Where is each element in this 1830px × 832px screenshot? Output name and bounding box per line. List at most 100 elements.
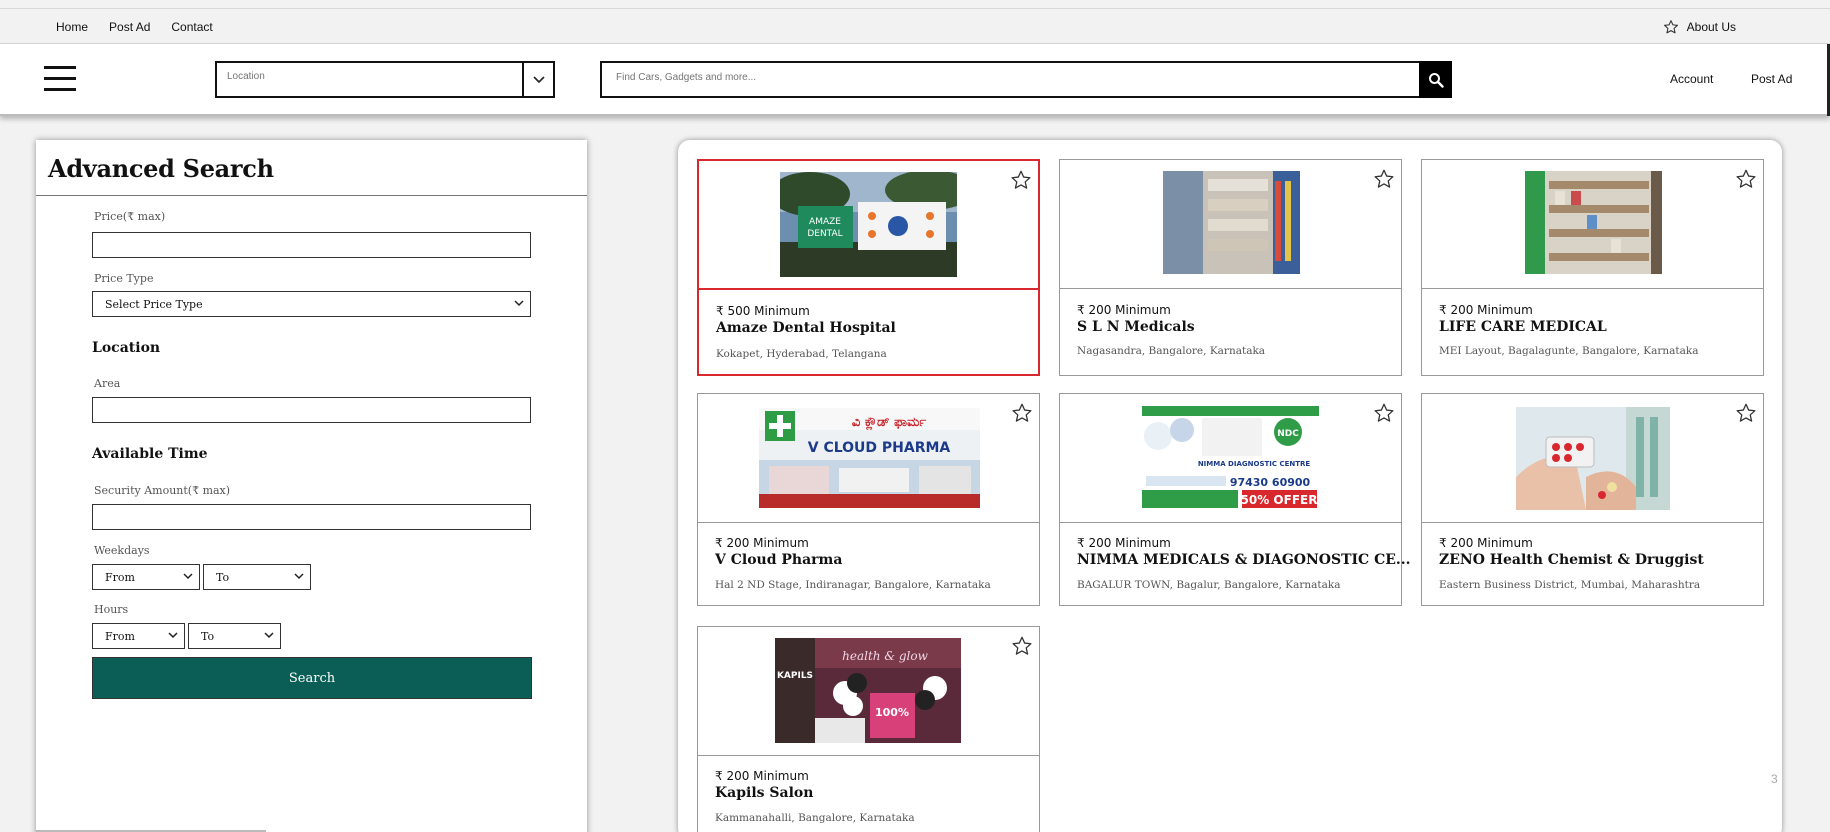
listing-image-area: [1422, 160, 1763, 289]
hamburger-menu-icon[interactable]: [44, 66, 76, 92]
listing-photo[interactable]: ವಿ ಕ್ಲೌಡ್ ಫಾರ್ಮ V CLOUD PHARMA: [759, 408, 980, 508]
hours-to-select[interactable]: To: [188, 623, 281, 649]
svg-text:50% OFFER: 50% OFFER: [1241, 493, 1318, 507]
magnifier-icon: [1428, 72, 1444, 88]
favorite-star-icon[interactable]: [1373, 168, 1395, 190]
search-bar: [600, 61, 1452, 98]
listing-title[interactable]: Amaze Dental Hospital: [716, 320, 896, 336]
listing-price: ₹ 200 Minimum: [715, 536, 809, 550]
favorite-star-icon[interactable]: [1011, 402, 1033, 424]
location-select[interactable]: [215, 61, 555, 98]
svg-text:97430 60900: 97430 60900: [1230, 476, 1311, 489]
about-us-link[interactable]: About Us: [1663, 9, 1736, 45]
top-nav: Home Post Ad Contact: [56, 9, 234, 45]
hours-to-value: To: [201, 629, 215, 643]
price-type-select[interactable]: Select Price Type: [92, 291, 531, 317]
listing-image-area: AMAZE DENTAL: [699, 161, 1038, 290]
listing-address: Kokapet, Hyderabad, Telangana: [716, 348, 887, 360]
listing-photo[interactable]: [1163, 171, 1300, 274]
listing-card[interactable]: AMAZE DENTAL ₹ 500 Minimum Amaze Dental …: [697, 159, 1040, 376]
listing-address: Eastern Business District, Mumbai, Mahar…: [1439, 579, 1701, 591]
price-label: Price(₹ max): [94, 210, 166, 223]
favorite-star-icon[interactable]: [1011, 635, 1033, 657]
chevron-down-icon: [168, 632, 178, 639]
listing-photo[interactable]: [1516, 407, 1670, 510]
listing-address: Hal 2 ND Stage, Indiranagar, Bangalore, …: [715, 579, 991, 591]
listing-price: ₹ 200 Minimum: [1439, 536, 1533, 550]
nav-post-ad-link[interactable]: Post Ad: [109, 20, 150, 34]
location-input[interactable]: [227, 71, 527, 82]
listing-image-area: [1060, 160, 1401, 289]
listing-image-area: NDC NIMMA DIAGNOSTIC CENTRE 97430 60900 …: [1060, 394, 1401, 523]
svg-text:NDC: NDC: [1277, 429, 1299, 439]
listing-title[interactable]: Kapils Salon: [715, 785, 813, 801]
security-amount-input[interactable]: [92, 504, 531, 530]
hours-from-value: From: [105, 629, 135, 643]
listing-card[interactable]: ₹ 200 Minimum ZENO Health Chemist & Drug…: [1421, 393, 1764, 606]
weekdays-to-select[interactable]: To: [203, 564, 311, 590]
chevron-down-icon: [514, 300, 524, 307]
listing-title[interactable]: S L N Medicals: [1077, 319, 1195, 335]
favorite-star-icon[interactable]: [1735, 402, 1757, 424]
account-link[interactable]: Account: [1670, 72, 1713, 86]
listings-panel: AMAZE DENTAL ₹ 500 Minimum Amaze Dental …: [678, 140, 1782, 832]
main-header: Account Post Ad: [0, 44, 1830, 116]
nav-home-link[interactable]: Home: [56, 20, 88, 34]
hours-label: Hours: [94, 603, 129, 616]
area-input[interactable]: [92, 397, 531, 423]
listing-title[interactable]: V Cloud Pharma: [715, 552, 842, 568]
listing-price: ₹ 200 Minimum: [1077, 536, 1171, 550]
listing-title[interactable]: LIFE CARE MEDICAL: [1439, 319, 1607, 335]
svg-text:NIMMA DIAGNOSTIC CENTRE: NIMMA DIAGNOSTIC CENTRE: [1198, 460, 1311, 468]
listing-card[interactable]: ₹ 200 Minimum S L N Medicals Nagasandra,…: [1059, 159, 1402, 376]
listing-card[interactable]: KAPILS health & glow 100% ₹ 200 Minimum …: [697, 626, 1040, 832]
divider: [36, 195, 587, 196]
listing-photo[interactable]: KAPILS health & glow 100%: [775, 638, 961, 743]
svg-text:DENTAL: DENTAL: [807, 229, 842, 239]
nav-contact-link[interactable]: Contact: [171, 20, 212, 34]
listing-image-area: [1422, 394, 1763, 523]
search-submit-button[interactable]: [1419, 61, 1452, 98]
price-type-value: Select Price Type: [105, 297, 203, 311]
listing-address: Kammanahalli, Bangalore, Karnataka: [715, 812, 915, 824]
svg-text:KAPILS: KAPILS: [777, 671, 813, 681]
price-type-label: Price Type: [94, 272, 154, 285]
listing-photo[interactable]: [1525, 171, 1662, 274]
listing-card[interactable]: ವಿ ಕ್ಲೌಡ್ ಫಾರ್ಮ V CLOUD PHARMA ₹ 200 Min…: [697, 393, 1040, 606]
listing-title[interactable]: NIMMA MEDICALS & DIAGONOSTIC CE...: [1077, 552, 1411, 568]
hours-from-select[interactable]: From: [92, 623, 185, 649]
advanced-search-title: Advanced Search: [48, 154, 274, 183]
weekdays-to-value: To: [216, 570, 230, 584]
advanced-search-panel: Advanced Search Price(₹ max) Price Type …: [36, 140, 587, 832]
header-post-ad-link[interactable]: Post Ad: [1751, 72, 1792, 86]
listing-price: ₹ 200 Minimum: [1077, 303, 1171, 317]
page-number: 3: [1771, 772, 1778, 786]
listing-address: MEI Layout, Bagalagunte, Bangalore, Karn…: [1439, 345, 1699, 357]
weekdays-from-select[interactable]: From: [92, 564, 200, 590]
listing-image-area: KAPILS health & glow 100%: [698, 627, 1039, 756]
top-nav-bar: Home Post Ad Contact About Us: [0, 8, 1830, 44]
listing-price: ₹ 500 Minimum: [716, 304, 810, 318]
location-dropdown-button[interactable]: [522, 63, 553, 96]
security-amount-label: Security Amount(₹ max): [94, 484, 231, 497]
location-heading: Location: [92, 340, 161, 356]
weekdays-label: Weekdays: [94, 544, 150, 557]
listing-photo[interactable]: NDC NIMMA DIAGNOSTIC CENTRE 97430 60900 …: [1142, 406, 1319, 509]
price-max-input[interactable]: [92, 232, 531, 258]
listing-address: Nagasandra, Bangalore, Karnataka: [1077, 345, 1266, 357]
advanced-search-button[interactable]: Search: [92, 657, 532, 699]
favorite-star-icon[interactable]: [1010, 169, 1032, 191]
listing-card[interactable]: ₹ 200 Minimum LIFE CARE MEDICAL MEI Layo…: [1421, 159, 1764, 376]
search-input[interactable]: [616, 72, 1396, 83]
chevron-down-icon: [294, 573, 304, 580]
svg-text:V CLOUD PHARMA: V CLOUD PHARMA: [808, 440, 951, 456]
listing-photo[interactable]: AMAZE DENTAL: [780, 172, 957, 277]
area-label: Area: [94, 377, 121, 390]
listing-address: BAGALUR TOWN, Bagalur, Bangalore, Karnat…: [1077, 579, 1341, 591]
favorite-star-icon[interactable]: [1735, 168, 1757, 190]
listing-card[interactable]: NDC NIMMA DIAGNOSTIC CENTRE 97430 60900 …: [1059, 393, 1411, 606]
favorite-star-icon[interactable]: [1373, 402, 1395, 424]
svg-text:ವಿ ಕ್ಲೌಡ್ ಫಾರ್ಮ: ವಿ ಕ್ಲೌಡ್ ಫಾರ್ಮ: [852, 415, 926, 431]
listing-title[interactable]: ZENO Health Chemist & Druggist: [1439, 552, 1704, 568]
about-us-label: About Us: [1686, 20, 1736, 34]
